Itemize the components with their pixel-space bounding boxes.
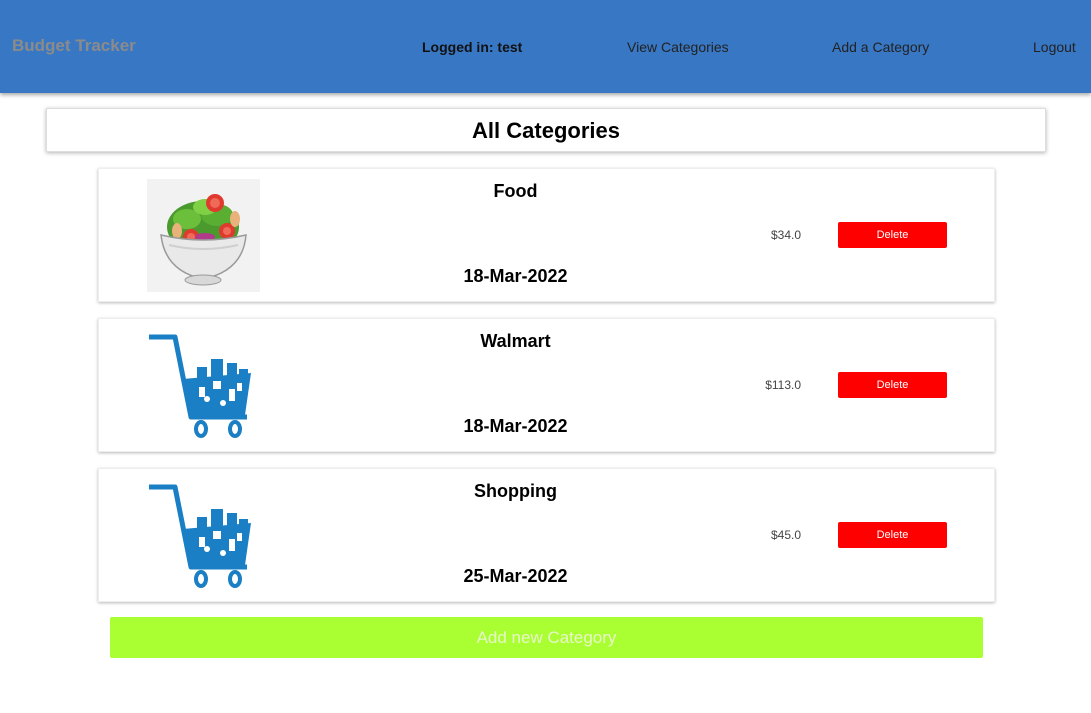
- category-card: Food 18-Mar-2022 $34.0 Delete: [98, 168, 995, 302]
- page-title: All Categories: [472, 118, 620, 143]
- nav-add-category-link[interactable]: Add a Category: [832, 39, 929, 55]
- nav-view-categories-link[interactable]: View Categories: [627, 39, 729, 55]
- page-title-card: All Categories: [46, 108, 1046, 152]
- salad-bowl-icon: [147, 179, 260, 292]
- category-amount: $45.0: [770, 528, 801, 542]
- shopping-cart-icon: [147, 329, 260, 442]
- delete-button[interactable]: Delete: [838, 222, 947, 248]
- logged-in-status: Logged in: test: [422, 39, 523, 55]
- app-brand[interactable]: Budget Tracker: [12, 36, 136, 56]
- category-card: Walmart 18-Mar-2022 $113.0 Delete: [98, 318, 995, 452]
- category-date: 25-Mar-2022: [463, 566, 568, 586]
- add-category-button[interactable]: Add new Category: [110, 617, 983, 658]
- navbar: Budget Tracker Logged in: test View Cate…: [0, 0, 1091, 93]
- delete-button[interactable]: Delete: [838, 372, 947, 398]
- category-amount: $34.0: [770, 228, 801, 242]
- category-card: Shopping 25-Mar-2022 $45.0 Delete: [98, 468, 995, 602]
- category-date: 18-Mar-2022: [463, 416, 568, 436]
- category-date: 18-Mar-2022: [463, 266, 568, 286]
- delete-button[interactable]: Delete: [838, 522, 947, 548]
- category-name: Walmart: [480, 331, 551, 351]
- category-name: Shopping: [474, 481, 557, 501]
- category-name: Food: [493, 181, 538, 201]
- shopping-cart-icon: [147, 479, 260, 592]
- nav-logout-link[interactable]: Logout: [1033, 39, 1076, 55]
- category-amount: $113.0: [765, 378, 801, 392]
